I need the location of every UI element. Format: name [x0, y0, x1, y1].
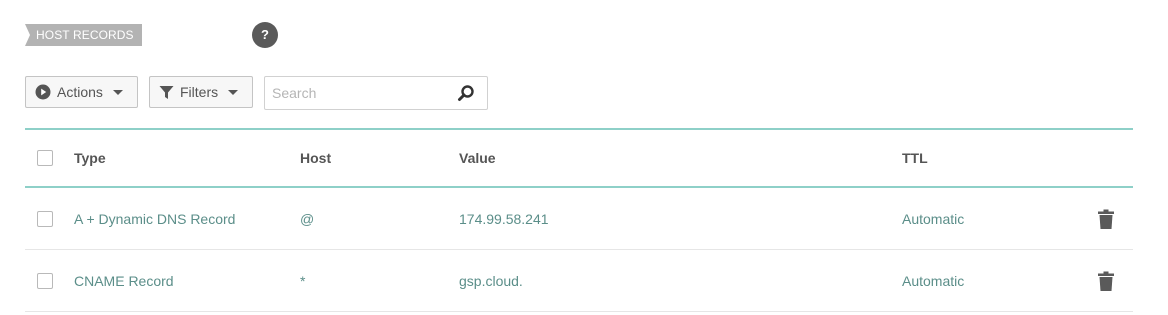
search-icon[interactable] [457, 84, 475, 102]
column-header-type[interactable]: Type [74, 130, 106, 186]
record-value[interactable]: 174.99.58.241 [459, 188, 549, 249]
search-input[interactable] [272, 84, 447, 102]
select-all-checkbox[interactable] [37, 150, 53, 166]
record-host[interactable]: * [300, 250, 305, 311]
record-ttl[interactable]: Automatic [902, 250, 964, 311]
column-header-host[interactable]: Host [300, 130, 331, 186]
row-checkbox[interactable] [37, 272, 53, 289]
help-icon[interactable]: ? [252, 22, 278, 48]
actions-label: Actions [57, 84, 103, 100]
section-title: HOST RECORDS [25, 24, 142, 46]
actions-dropdown-button[interactable]: Actions [25, 76, 138, 108]
record-ttl[interactable]: Automatic [902, 188, 964, 249]
filters-dropdown-button[interactable]: Filters [149, 76, 253, 108]
trash-icon[interactable] [1098, 271, 1114, 291]
search-field [264, 76, 488, 110]
filters-label: Filters [180, 84, 219, 100]
table-header-row: Type Host Value TTL [25, 128, 1133, 188]
host-records-page: HOST RECORDS ? Actions Filters Search Ty… [0, 0, 1168, 315]
column-header-value[interactable]: Value [459, 130, 496, 186]
record-value[interactable]: gsp.cloud. [459, 250, 523, 311]
chevron-down-icon [112, 89, 123, 95]
table-row[interactable]: A + Dynamic DNS Record @ 174.99.58.241 A… [25, 188, 1133, 250]
record-type[interactable]: CNAME Record [74, 250, 174, 311]
record-host[interactable]: @ [300, 188, 314, 249]
table-row[interactable]: CNAME Record * gsp.cloud. Automatic [25, 250, 1133, 312]
host-records-table: Type Host Value TTL A + Dynamic DNS Reco… [25, 128, 1133, 312]
record-type[interactable]: A + Dynamic DNS Record [74, 188, 235, 249]
trash-icon[interactable] [1098, 209, 1114, 229]
chevron-down-icon [228, 89, 239, 95]
row-checkbox[interactable] [37, 210, 53, 227]
play-circle-icon [35, 84, 51, 100]
column-header-ttl[interactable]: TTL [902, 130, 928, 186]
funnel-icon [159, 85, 174, 100]
